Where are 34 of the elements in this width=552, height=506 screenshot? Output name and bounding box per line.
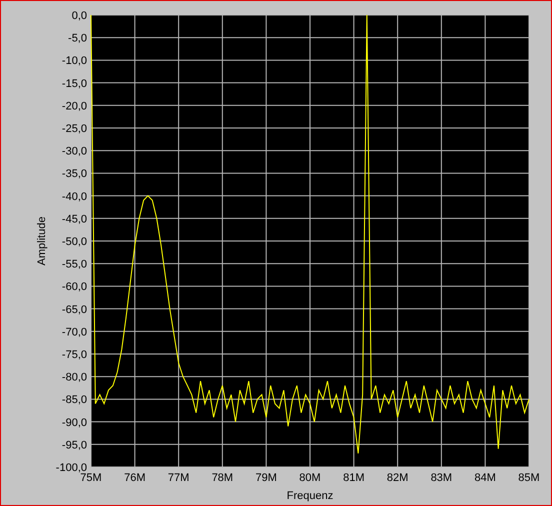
y-axis-title: Amplitude [36,216,48,266]
x-tick-label: 82M [386,472,408,484]
y-tick-label: -90,0 [62,416,87,429]
x-tick-label: 77M [168,472,190,484]
y-tick-label: 0,0 [72,10,87,22]
x-axis-title: Frequenz [286,490,334,502]
x-tick-label: 84M [474,472,496,484]
y-tick-label: -40,0 [62,190,87,203]
y-tick-label: -60,0 [62,281,87,294]
y-tick-label: -5,0 [68,32,87,45]
x-tick-label: 79M [256,472,277,484]
x-tick-label: 78M [212,472,234,484]
y-tick-label: -15,0 [62,78,87,90]
y-tick-label: -10,0 [62,55,87,68]
y-tick-label: -95,0 [62,439,87,452]
y-tick-label: -25,0 [62,123,87,135]
x-tick-label: 76M [124,472,146,484]
y-tick-label: -35,0 [62,168,87,180]
y-tick-label: -55,0 [62,258,87,271]
y-tick-label: -80,0 [62,372,87,384]
y-tick-label: -50,0 [62,236,87,248]
x-tick-label: 80M [299,472,321,484]
x-tick-label: 81M [343,472,364,484]
x-tick-label: 85M [518,472,540,484]
y-tick-label: -70,0 [62,326,87,338]
y-tick-label: -65,0 [62,304,87,316]
y-tick-label: -30,0 [62,146,87,158]
y-tick-label: -20,0 [62,100,87,112]
y-tick-label: -75,0 [62,349,87,361]
y-tick-label: -85,0 [62,394,87,406]
x-tick-label: 75M [80,472,102,484]
y-tick-label: -45,0 [62,213,87,226]
y-tick-label: -100,0 [56,462,87,474]
x-tick-label: 83M [430,472,452,484]
